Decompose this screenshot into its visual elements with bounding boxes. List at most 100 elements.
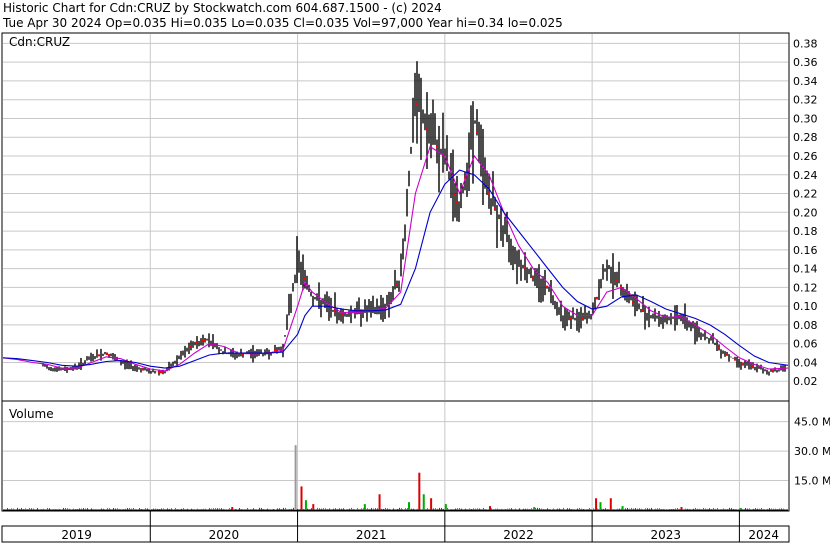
volume-bar	[269, 509, 270, 510]
volume-bar	[383, 508, 384, 510]
volume-bar	[215, 508, 216, 510]
volume-bar	[341, 508, 342, 510]
volume-bar	[299, 509, 300, 510]
volume-bar	[547, 508, 548, 510]
volume-bar	[429, 509, 430, 510]
volume-bar	[759, 508, 760, 510]
volume-bar	[225, 509, 226, 510]
volume-bar	[389, 508, 390, 510]
volume-bar	[411, 508, 412, 510]
price-tick-label: 0.20	[793, 206, 818, 219]
volume-bar	[31, 508, 32, 510]
volume-bar	[263, 509, 264, 510]
volume-bar	[281, 509, 282, 510]
volume-bar	[463, 509, 464, 510]
volume-bar	[63, 507, 64, 510]
volume-spike	[378, 494, 381, 510]
volume-bar	[493, 509, 494, 510]
volume-spike	[408, 502, 411, 510]
volume-bar	[663, 508, 664, 510]
price-dot	[488, 192, 490, 195]
volume-bar	[619, 508, 620, 510]
volume-bar	[285, 507, 286, 510]
volume-bar	[583, 509, 584, 510]
volume-bar	[357, 508, 358, 510]
volume-bar	[515, 508, 516, 510]
volume-bar	[705, 508, 706, 510]
price-tick-label: 0.08	[793, 319, 818, 332]
volume-bar	[209, 508, 210, 510]
volume-spike	[300, 486, 303, 510]
volume-bar	[771, 508, 772, 510]
volume-bar	[615, 509, 616, 510]
volume-bar	[457, 508, 458, 510]
volume-bar	[339, 508, 340, 510]
volume-spike	[294, 445, 297, 510]
volume-bar	[479, 508, 480, 510]
volume-bar	[327, 509, 328, 510]
price-dot	[752, 365, 754, 368]
price-dot	[160, 370, 162, 373]
volume-bar	[683, 509, 684, 510]
volume-bar	[539, 508, 540, 510]
volume-bar	[157, 508, 158, 510]
volume-bar	[607, 509, 608, 510]
volume-bar	[527, 508, 528, 510]
price-dot	[158, 370, 160, 373]
volume-bar	[177, 509, 178, 510]
volume-bar	[679, 508, 680, 510]
volume-bar	[293, 507, 294, 510]
volume-bar	[337, 508, 338, 510]
volume-spike	[609, 498, 612, 510]
volume-bar	[161, 508, 162, 510]
price-tick-label: 0.18	[793, 225, 818, 238]
price-grid	[3, 42, 788, 382]
volume-bar	[279, 508, 280, 510]
volume-bar	[59, 508, 60, 510]
volume-bar	[297, 508, 298, 510]
volume-bar	[11, 508, 12, 510]
volume-bar	[203, 508, 204, 510]
volume-bar	[669, 509, 670, 510]
volume-bar	[433, 508, 434, 510]
price-dot	[196, 341, 198, 344]
volume-bar	[561, 509, 562, 510]
volume-bar	[427, 508, 428, 510]
price-tick-label: 0.28	[793, 131, 818, 144]
volume-bar	[97, 509, 98, 510]
volume-bar	[111, 509, 112, 510]
volume-tick-label: 30.0 M	[794, 445, 830, 458]
volume-axis-ticks: 15.0 M 30.0 M 45.0 M	[794, 416, 830, 488]
volume-bar	[717, 508, 718, 510]
volume-bar	[625, 508, 626, 510]
volume-bar	[369, 509, 370, 510]
volume-bar	[439, 507, 440, 510]
volume-bar	[649, 508, 650, 510]
volume-bar	[17, 507, 18, 510]
volume-bar	[119, 508, 120, 510]
price-dot	[632, 300, 634, 303]
volume-bar	[711, 509, 712, 510]
volume-grid	[3, 421, 788, 511]
volume-bar	[113, 507, 114, 510]
volume-bar	[697, 508, 698, 510]
volume-bar	[773, 508, 774, 510]
volume-bar	[459, 508, 460, 510]
price-tick-label: 0.36	[793, 56, 818, 69]
volume-bar	[83, 508, 84, 510]
volume-bar	[563, 507, 564, 510]
volume-bar	[661, 509, 662, 510]
volume-bar	[259, 507, 260, 510]
volume-bar	[107, 508, 108, 510]
volume-bar	[53, 509, 54, 510]
price-dot	[108, 353, 110, 356]
price-dot	[204, 339, 206, 342]
volume-bar	[289, 508, 290, 510]
volume-bar	[723, 508, 724, 510]
volume-bar	[145, 508, 146, 510]
volume-bar	[115, 508, 116, 510]
price-dot	[726, 353, 728, 356]
volume-bar	[441, 507, 442, 510]
volume-bar	[159, 509, 160, 510]
volume-bar	[49, 508, 50, 510]
